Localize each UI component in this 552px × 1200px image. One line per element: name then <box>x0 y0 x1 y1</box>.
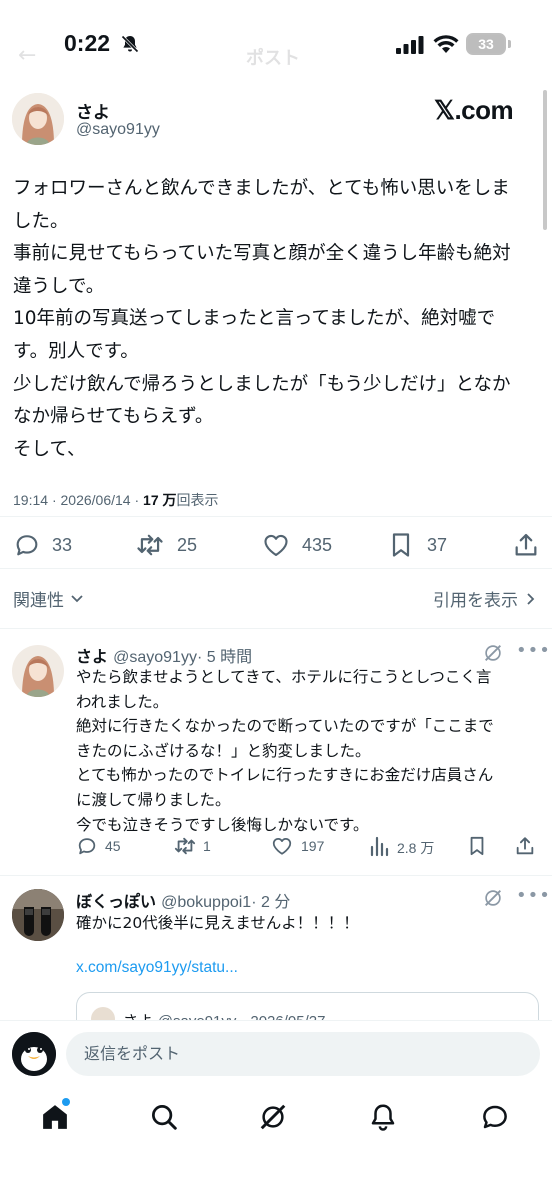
reply-author-name[interactable]: さよ <box>76 647 108 666</box>
reply-time: · 2 分 <box>251 894 291 911</box>
divider <box>0 568 552 569</box>
reply-text-line: とても怖かったのでトイレに行ったすきにお金だけ店員さん <box>76 766 494 785</box>
more-options-icon[interactable]: ••• <box>516 640 551 661</box>
reply-icon[interactable] <box>13 531 41 559</box>
reply-author-name[interactable]: ぼくっぽい <box>76 892 156 911</box>
reply-text-line: 確かに20代後半に見えませんよ！！！！ <box>76 914 359 932</box>
post-text-line: フォロワーさんと飲んできましたが、とても怖い思いをしま <box>13 178 510 199</box>
like-count: 197 <box>301 838 325 854</box>
reply-text: やたら飲ませようとしてきて、ホテルに行こうとしつこく言 われました。 絶対に行き… <box>76 665 546 837</box>
author-avatar[interactable] <box>12 93 64 145</box>
share-icon[interactable] <box>514 835 536 857</box>
more-options-icon[interactable]: ••• <box>516 885 551 906</box>
post-text-line: す。別人です。 <box>13 340 139 362</box>
user-avatar[interactable] <box>12 1032 56 1076</box>
nav-title: ポスト <box>246 48 300 69</box>
battery-indicator: 33 <box>466 33 506 55</box>
repost-count: 25 <box>177 535 198 555</box>
repost-icon[interactable] <box>135 531 165 559</box>
repost-count: 1 <box>203 838 211 854</box>
grok-icon[interactable] <box>482 642 504 664</box>
like-count: 435 <box>302 535 333 555</box>
divider <box>0 628 552 629</box>
bookmark-icon[interactable] <box>388 531 414 559</box>
divider <box>0 875 552 876</box>
post-text-line: なか帰らせてもらえず。 <box>13 406 214 428</box>
reply-text-line: やたら飲ませようとしてきて、ホテルに行こうとしつこく言 <box>76 668 492 686</box>
post-text-line: 事前に見せてもらっていた写真と顔が全く違うし年齢も絶対 <box>13 243 511 265</box>
sort-label: 関連性 <box>13 591 64 611</box>
reply-text-line: われました。 <box>76 692 169 711</box>
bell-muted-icon <box>120 34 140 54</box>
chevron-right-icon <box>526 592 536 606</box>
bookmark-icon[interactable] <box>467 835 487 857</box>
post-views-count: 17 万 <box>143 492 177 508</box>
bookmark-count: 37 <box>427 535 448 555</box>
notifications-icon[interactable] <box>368 1102 398 1132</box>
author-handle[interactable]: @sayo91yy <box>76 121 160 139</box>
status-time: 0:22 <box>64 30 111 56</box>
reply-author-handle[interactable]: @sayo91yy <box>113 649 197 666</box>
share-icon[interactable] <box>512 531 540 559</box>
reply-header: さよ @sayo91yy· 5 時間 <box>76 643 252 667</box>
scrollbar[interactable] <box>543 90 547 230</box>
reply-header: ぼくっぽい @bokuppoi1· 2 分 <box>76 888 290 912</box>
reply-text-line: に渡して帰りました。 <box>76 790 231 809</box>
post-text-line: 少しだけ飲んで帰ろうとしましたが「もう少しだけ」となか <box>13 373 511 395</box>
reply-text-line: 今でも泣きそうですし後悔しかないです。 <box>76 815 369 834</box>
post-text-line: した。 <box>13 210 69 232</box>
post-text-line: そして、 <box>13 438 86 460</box>
reply-icon[interactable] <box>76 835 98 857</box>
repost-icon[interactable] <box>173 835 197 857</box>
post-text: フォロワーさんと飲んできましたが、とても怖い思いをしま した。 事前に見せてもら… <box>13 173 539 466</box>
post-text-line: 10年前の写真送ってしまったと言ってましたが、絶対嘘で <box>13 308 496 330</box>
view-quotes-link[interactable]: 引用を表示 <box>433 586 536 611</box>
reply-link[interactable]: x.com/sayo91yy/statu... <box>76 959 238 977</box>
reply-count: 33 <box>52 535 73 555</box>
battery-tip <box>508 40 511 48</box>
post-time: 19:14 <box>13 492 49 508</box>
post-date: 2026/06/14 <box>60 492 131 508</box>
reply-text-line: きたのにふざけるな！」と豹変しました。 <box>76 741 371 760</box>
reply-text: 確かに20代後半に見えませんよ！！！！ <box>76 911 546 936</box>
sort-dropdown[interactable]: 関連性 <box>13 586 84 611</box>
grok-icon[interactable] <box>482 887 504 909</box>
quotes-label: 引用を表示 <box>433 591 518 611</box>
x-brand-logo: 𝕏.com <box>434 95 514 125</box>
post-meta: 19:14 · 2026/06/14 · 17 万回表示 <box>13 492 219 508</box>
reply-avatar[interactable] <box>12 889 64 941</box>
grok-icon[interactable] <box>258 1102 288 1132</box>
reply-count: 45 <box>105 838 121 854</box>
like-icon[interactable] <box>261 531 291 559</box>
views-chart-icon[interactable] <box>369 835 391 857</box>
post-views-label[interactable]: 回表示 <box>177 492 219 508</box>
search-icon[interactable] <box>149 1102 179 1132</box>
chevron-down-icon <box>70 594 84 604</box>
post-text-line: 違うしで。 <box>13 275 105 297</box>
messages-icon[interactable] <box>479 1102 511 1132</box>
reply-avatar[interactable] <box>12 645 64 697</box>
views-count: 2.8 万 <box>397 840 435 856</box>
reply-input[interactable]: 返信をポスト <box>66 1032 540 1076</box>
divider <box>0 516 552 517</box>
reply-author-handle[interactable]: @bokuppoi1 <box>161 894 251 911</box>
like-icon[interactable] <box>270 835 294 857</box>
home-icon[interactable] <box>40 1102 70 1132</box>
reply-text-line: 絶対に行きたくなかったので断っていたのですが「ここまで <box>76 717 494 736</box>
unread-dot <box>62 1098 70 1106</box>
reply-time: · 5 時間 <box>196 649 253 666</box>
wifi-icon <box>433 34 459 54</box>
author-name[interactable]: さよ <box>76 98 110 123</box>
back-arrow-icon[interactable]: ← <box>18 43 36 68</box>
cellular-signal-icon <box>396 36 424 54</box>
